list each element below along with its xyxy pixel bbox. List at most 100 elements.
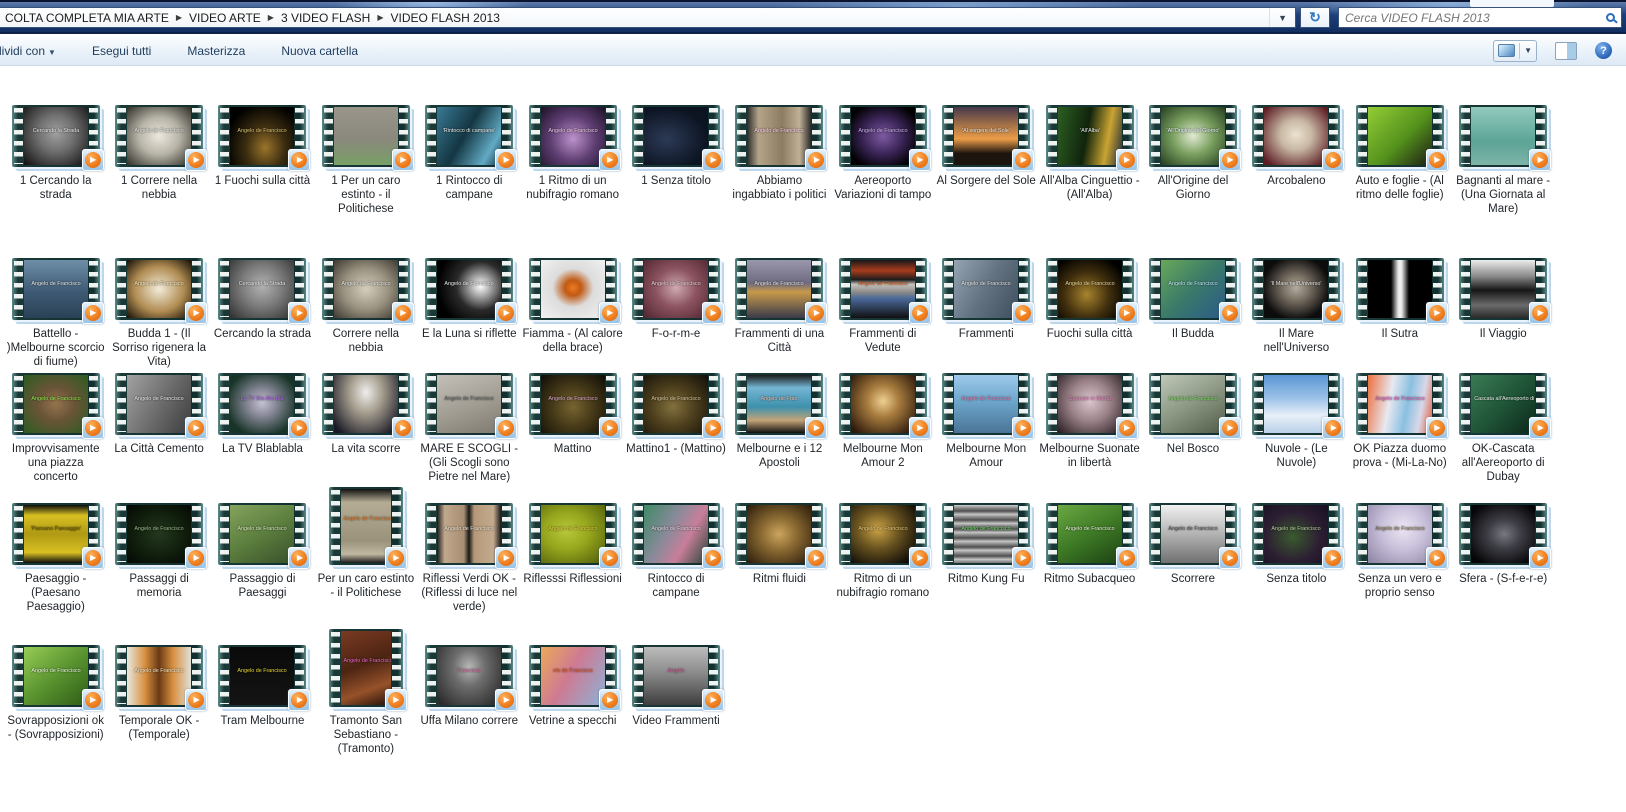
file-item[interactable]: Angelo de Francisco ▶ Nel Bosco <box>1141 373 1244 484</box>
play-overlay-icon[interactable]: ▶ <box>495 417 517 439</box>
file-item[interactable]: Angelo de Francisco ▶ Ritmo Kung Fu <box>935 503 1038 614</box>
breadcrumb-segment[interactable]: VIDEO FLASH 2013 <box>385 11 504 25</box>
video-thumbnail[interactable]: Angelo de Francisco ▶ <box>632 373 720 435</box>
video-thumbnail[interactable]: Angelo de Francisco ▶ <box>839 105 927 167</box>
video-thumbnail[interactable]: ▶ <box>1459 258 1547 320</box>
play-overlay-icon[interactable]: ▶ <box>1012 149 1034 171</box>
play-overlay-icon[interactable]: ▶ <box>702 689 724 711</box>
video-thumbnail[interactable]: Angelo de Francisco ▶ <box>115 258 203 320</box>
file-item[interactable]: ▶ Il Sutra <box>1348 258 1451 369</box>
play-overlay-icon[interactable]: ▶ <box>82 689 104 711</box>
file-item[interactable]: Angelo de Francisco ▶ Correre nella nebb… <box>314 258 417 369</box>
play-overlay-icon[interactable]: ▶ <box>288 547 310 569</box>
file-item[interactable]: Angelo de Francisco ▶ Ritmo di un nubifr… <box>831 503 934 614</box>
video-thumbnail[interactable]: ▶ <box>1252 373 1340 435</box>
video-thumbnail[interactable]: Cercando la Strada ▶ <box>12 105 100 167</box>
video-thumbnail[interactable]: Angelo de Francisco ▶ <box>1356 503 1444 565</box>
video-thumbnail[interactable]: ▶ <box>1459 503 1547 565</box>
file-item[interactable]: ▶ Fiamma - (Al calore della brace) <box>521 258 624 369</box>
play-overlay-icon[interactable]: ▶ <box>1529 302 1551 324</box>
file-item[interactable]: Angelo de Francisco ▶ Mattino <box>521 373 624 484</box>
play-overlay-icon[interactable]: ▶ <box>805 149 827 171</box>
video-thumbnail[interactable]: Angelo de Francisco ▶ <box>529 373 617 435</box>
play-overlay-icon[interactable]: ▶ <box>909 547 931 569</box>
video-thumbnail[interactable]: Angelo de Francisco ▶ <box>839 503 927 565</box>
play-overlay-icon[interactable]: ▶ <box>599 302 621 324</box>
video-thumbnail[interactable]: Angelo de Francisco ▶ <box>632 503 720 565</box>
video-thumbnail[interactable]: ▶ <box>632 105 720 167</box>
play-overlay-icon[interactable]: ▶ <box>702 302 724 324</box>
play-overlay-icon[interactable]: ▶ <box>1219 547 1241 569</box>
play-overlay-icon[interactable]: ▶ <box>1012 417 1034 439</box>
video-thumbnail[interactable]: Cercando la Strada ▶ <box>218 258 306 320</box>
play-overlay-icon[interactable]: ▶ <box>385 689 407 711</box>
file-item[interactable]: Angelo de Francisco ▶ Frammenti di Vedut… <box>831 258 934 369</box>
play-overlay-icon[interactable]: ▶ <box>1116 302 1138 324</box>
file-item[interactable]: 'All'Origine del Giorno' ▶ All'Origine d… <box>1141 105 1244 216</box>
play-overlay-icon[interactable]: ▶ <box>288 689 310 711</box>
file-item[interactable]: Angelo de Francisco ▶ Abbiamo ingabbiato… <box>728 105 831 216</box>
toolbar-share-with[interactable]: dividi con▼ <box>0 40 58 62</box>
play-overlay-icon[interactable]: ▶ <box>1426 417 1448 439</box>
file-item[interactable]: Angelo de Francisco ▶ Scorrere <box>1141 503 1244 614</box>
video-thumbnail[interactable]: ▶ <box>735 503 823 565</box>
address-bar[interactable]: COLTA COMPLETA MIA ARTE ▶ VIDEO ARTE ▶ 3… <box>0 7 1296 28</box>
play-overlay-icon[interactable]: ▶ <box>82 547 104 569</box>
file-item[interactable]: Angelo de Francisco ▶ Melbourne Mon Amou… <box>935 373 1038 484</box>
file-item[interactable]: Angelo de Francisco ▶ Riflessi Verdi OK … <box>418 503 521 614</box>
file-item[interactable]: 'All'Alba' ▶ All'Alba Cinguettio - (All'… <box>1038 105 1141 216</box>
play-overlay-icon[interactable]: ▶ <box>1116 547 1138 569</box>
file-item[interactable]: 'Al sorgere del Sole' ▶ Al Sorgere del S… <box>935 105 1038 216</box>
play-overlay-icon[interactable]: ▶ <box>185 302 207 324</box>
play-overlay-icon[interactable]: ▶ <box>82 417 104 439</box>
file-item[interactable]: Angelo de Francisco ▶ Senza un vero e pr… <box>1348 503 1451 614</box>
video-thumbnail[interactable]: Angelo de Francisco ▶ <box>115 105 203 167</box>
play-overlay-icon[interactable]: ▶ <box>1322 302 1344 324</box>
change-view-button[interactable]: ▼ <box>1493 40 1537 62</box>
video-thumbnail[interactable]: Angelo de Francisco ▶ <box>1149 373 1237 435</box>
breadcrumb-segment[interactable]: 3 VIDEO FLASH <box>276 11 375 25</box>
file-item[interactable]: elo de Francisco ▶ Vetrine a specchi <box>521 645 624 756</box>
video-thumbnail[interactable]: Angelo de Francisco ▶ <box>425 373 513 435</box>
play-overlay-icon[interactable]: ▶ <box>805 547 827 569</box>
file-item[interactable]: Angelo de Francisco ▶ Il Budda <box>1141 258 1244 369</box>
video-thumbnail[interactable]: Angelo de Francisco ▶ <box>1046 503 1134 565</box>
play-overlay-icon[interactable]: ▶ <box>1116 149 1138 171</box>
video-thumbnail[interactable]: 'Suonate in liberta' ▶ <box>1046 373 1134 435</box>
play-overlay-icon[interactable]: ▶ <box>1322 547 1344 569</box>
video-thumbnail[interactable]: Angelo de Francisco ▶ <box>1149 258 1237 320</box>
play-overlay-icon[interactable]: ▶ <box>288 302 310 324</box>
play-overlay-icon[interactable]: ▶ <box>805 302 827 324</box>
play-overlay-icon[interactable]: ▶ <box>495 689 517 711</box>
file-item[interactable]: Cercando la Strada ▶ Cercando la strada <box>211 258 314 369</box>
play-overlay-icon[interactable]: ▶ <box>495 149 517 171</box>
play-overlay-icon[interactable]: ▶ <box>1219 417 1241 439</box>
play-overlay-icon[interactable]: ▶ <box>385 547 407 569</box>
file-item[interactable]: Cercando la Strada ▶ 1 Cercando la strad… <box>4 105 107 216</box>
video-thumbnail[interactable]: Cascata all'Aereoporto di Dubay" ▶ <box>1459 373 1547 435</box>
video-thumbnail[interactable]: Francisco ▶ <box>425 645 513 707</box>
file-item[interactable]: Angelo de Francisco ▶ F-o-r-m-e <box>624 258 727 369</box>
video-thumbnail[interactable]: ▶ <box>1459 105 1547 167</box>
play-overlay-icon[interactable]: ▶ <box>1012 302 1034 324</box>
help-button[interactable]: ? <box>1595 42 1612 59</box>
play-overlay-icon[interactable]: ▶ <box>82 149 104 171</box>
video-thumbnail[interactable]: 'Paesano Paesaggio' ▶ <box>12 503 100 565</box>
file-item[interactable]: Angelo de Francisco ▶ Aereoporto Variazi… <box>831 105 934 216</box>
play-overlay-icon[interactable]: ▶ <box>599 547 621 569</box>
video-thumbnail[interactable]: Angelo de Francisco ▶ <box>12 645 100 707</box>
file-item[interactable]: Angelo de Francisco ▶ E la Luna si rifle… <box>418 258 521 369</box>
play-overlay-icon[interactable]: ▶ <box>185 417 207 439</box>
file-item[interactable]: Angelo de Francisco ▶ Frammenti di una C… <box>728 258 831 369</box>
video-thumbnail[interactable]: elo de Francisco ▶ <box>529 645 617 707</box>
video-thumbnail[interactable]: 'Il Mare nell'Universo' ▶ <box>1252 258 1340 320</box>
video-thumbnail[interactable]: Angelo de Francisco ▶ <box>942 373 1030 435</box>
video-thumbnail[interactable]: Angelo de Francisco ▶ <box>329 487 403 565</box>
video-thumbnail[interactable]: Angelo de Francisco ▶ <box>942 503 1030 565</box>
file-list-area[interactable]: Cercando la Strada ▶ 1 Cercando la strad… <box>0 66 1626 812</box>
file-item[interactable]: Angelo de Francisco ▶ Tramonto San Sebas… <box>314 645 417 756</box>
search-box[interactable] <box>1338 7 1622 28</box>
file-item[interactable]: Cascata all'Aereoporto di Dubay" ▶ OK-Ca… <box>1451 373 1554 484</box>
video-thumbnail[interactable]: Angelo de Fran ▶ <box>735 373 823 435</box>
video-thumbnail[interactable]: Angelo de Francisco ▶ <box>1046 258 1134 320</box>
